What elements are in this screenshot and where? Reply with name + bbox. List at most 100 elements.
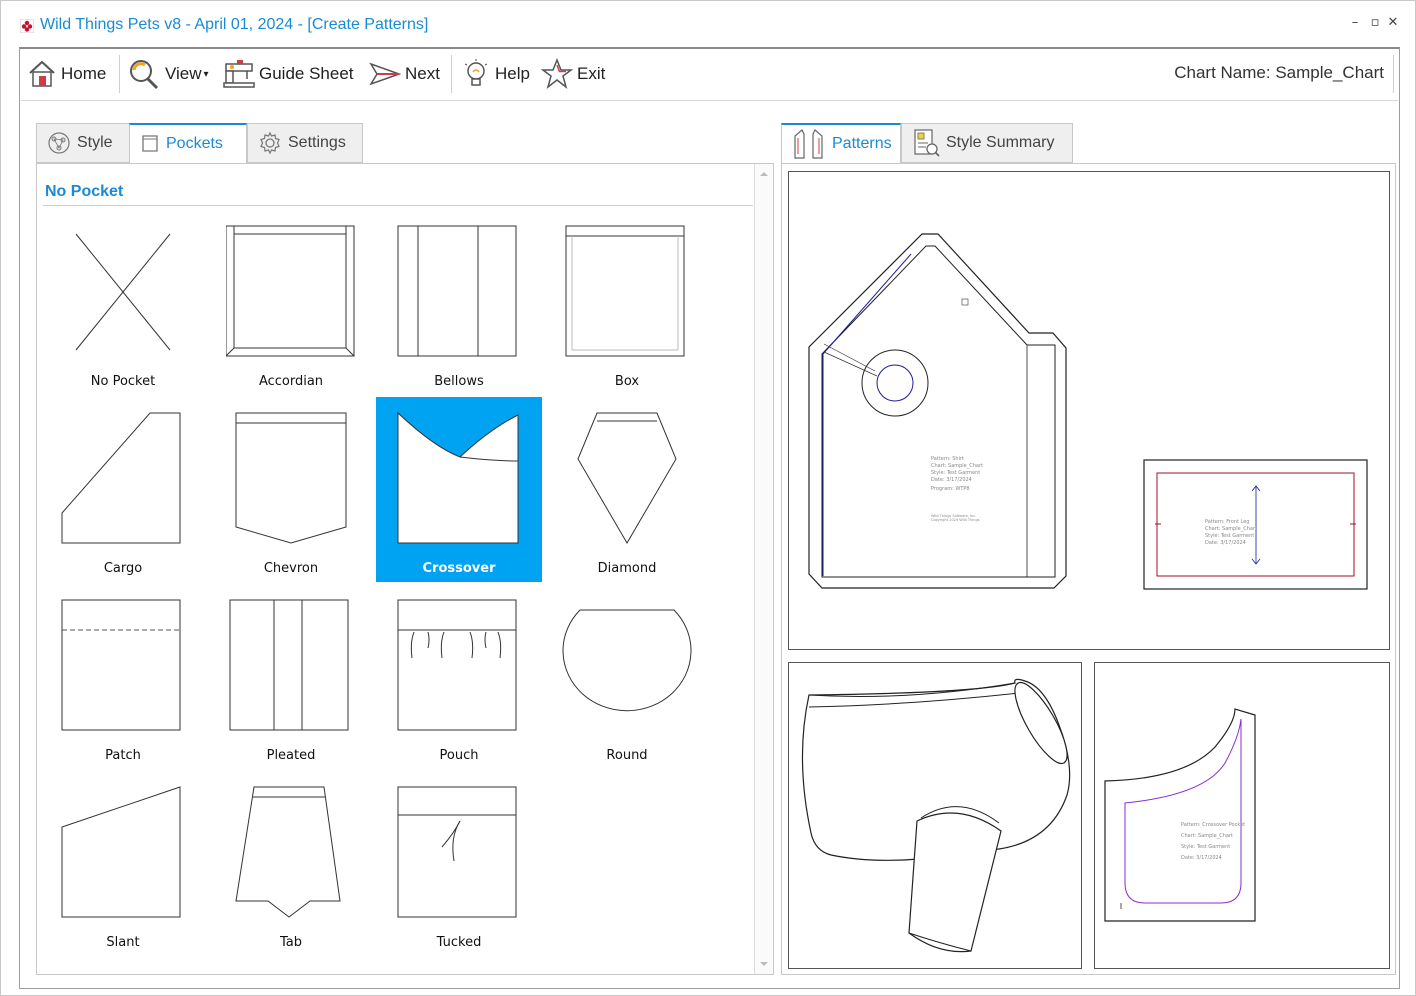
view-label: View xyxy=(165,64,202,83)
tab-settings-label: Settings xyxy=(288,134,346,151)
body-pattern-drawing xyxy=(801,678,1071,953)
minimize-button[interactable]: – xyxy=(1347,15,1363,30)
gear-icon xyxy=(260,131,280,155)
title-bar: Wild Things Pets v8 - April 01, 2024 - [… xyxy=(1,1,1415,47)
section-divider xyxy=(43,205,753,206)
star-icon xyxy=(541,58,573,89)
pattern-preview-main: Pattern: Shirt Chart: Sample_Chart Style… xyxy=(788,171,1390,650)
pocket-label: Accordian xyxy=(258,374,324,389)
toolbar-separator xyxy=(119,55,120,93)
pocket-label: Pleated xyxy=(266,748,316,763)
bellows-thumbnail xyxy=(397,225,517,357)
pocket-option-accordian[interactable]: Accordian xyxy=(208,210,374,395)
scroll-down-icon[interactable] xyxy=(760,962,768,966)
pocket-label-line: Pattern: Crossover Pocket xyxy=(1181,822,1245,828)
help-label: Help xyxy=(495,64,530,83)
shirt-label-line: Program: WTP8 xyxy=(931,486,970,492)
pattern-preview-pocket: Pattern: Crossover Pocket Chart: Sample_… xyxy=(1094,662,1390,969)
pouch-thumbnail xyxy=(397,599,517,731)
app-logo-icon xyxy=(20,19,34,33)
shirt-label-line: Pattern: Shirt xyxy=(931,456,964,462)
pocket-icon xyxy=(142,135,158,152)
home-button[interactable]: Home xyxy=(27,49,106,99)
help-button[interactable]: Help xyxy=(461,49,530,99)
toolbar-separator xyxy=(1393,55,1394,93)
pocket-label: Slant xyxy=(106,935,140,950)
tab-style-summary[interactable]: Style Summary xyxy=(901,123,1073,163)
pocket-label: Cargo xyxy=(103,561,143,576)
accordian-thumbnail xyxy=(226,225,355,357)
pocket-option-chevron[interactable]: Chevron xyxy=(208,397,374,582)
scroll-up-icon[interactable] xyxy=(760,172,768,176)
pocket-option-pouch[interactable]: Pouch xyxy=(376,584,542,769)
section-title: No Pocket xyxy=(45,183,124,200)
pocket-option-box[interactable]: Box xyxy=(544,210,710,395)
pocket-option-tucked[interactable]: Tucked xyxy=(376,771,542,956)
pocket-label: Pouch xyxy=(439,748,479,763)
shirt-label-line: Style: Test Garment xyxy=(931,470,980,476)
pocket-option-tab[interactable]: Tab xyxy=(208,771,374,956)
tab-settings[interactable]: Settings xyxy=(247,123,363,163)
pocket-option-round[interactable]: Round xyxy=(544,584,710,769)
tab-style-label: Style xyxy=(77,134,113,151)
pocket-pattern-drawing: Pattern: Crossover Pocket Chart: Sample_… xyxy=(1104,708,1256,922)
sewing-machine-icon xyxy=(223,60,255,88)
view-menu-button[interactable]: View ▾ xyxy=(127,49,209,99)
pocket-label-line: Chart: Sample_Chart xyxy=(1181,833,1233,839)
patterns-panel: Pattern: Shirt Chart: Sample_Chart Style… xyxy=(781,163,1396,975)
pocket-option-crossover[interactable]: Crossover xyxy=(376,397,542,582)
pocket-option-pleated[interactable]: Pleated xyxy=(208,584,374,769)
shirt-copyright-line: Copyright 2024 Wild Things xyxy=(931,518,980,522)
magnifier-icon xyxy=(130,60,159,90)
toolbar-separator xyxy=(451,55,452,93)
pocket-label: Tucked xyxy=(436,935,482,950)
exit-button[interactable]: Exit xyxy=(541,49,605,99)
next-label: Next xyxy=(405,64,440,83)
chart-name-label: Chart Name: Sample_Chart xyxy=(1174,63,1384,82)
cargo-thumbnail xyxy=(61,412,181,544)
chevron-down-icon: ▾ xyxy=(203,68,209,80)
front-leg-label-line: Style: Test Garment xyxy=(1205,533,1254,539)
pocket-option-cargo[interactable]: Cargo xyxy=(40,397,206,582)
window-title: Wild Things Pets v8 - April 01, 2024 - [… xyxy=(40,16,429,33)
pockets-panel: No Pocket No Pocket Accordian Bellows Bo… xyxy=(36,163,774,975)
pocket-option-no-pocket[interactable]: No Pocket xyxy=(40,210,206,395)
pockets-gallery: No Pocket No Pocket Accordian Bellows Bo… xyxy=(37,164,755,974)
tab-style-summary-label: Style Summary xyxy=(946,134,1055,151)
pocket-label: Crossover xyxy=(422,561,496,576)
chevron-thumbnail xyxy=(235,412,347,544)
crossover-thumbnail xyxy=(397,411,519,544)
home-icon xyxy=(29,60,55,87)
close-button[interactable]: ✕ xyxy=(1385,15,1401,30)
shirt-label-line: Date: 3/17/2024 xyxy=(931,477,972,483)
tab-pockets[interactable]: Pockets xyxy=(129,123,247,164)
patch-thumbnail xyxy=(61,599,181,731)
toolbar: Home View ▾ Guide Sheet Next Help Exit C… xyxy=(21,49,1398,101)
pocket-option-diamond[interactable]: Diamond xyxy=(544,397,710,582)
no-pocket-thumbnail xyxy=(75,233,171,351)
guide-sheet-button[interactable]: Guide Sheet xyxy=(223,49,354,99)
maximize-button[interactable]: ▫ xyxy=(1367,15,1383,30)
tab-style[interactable]: Style xyxy=(36,123,130,163)
pocket-label: Chevron xyxy=(263,561,319,576)
tab-thumbnail xyxy=(235,786,341,918)
tab-patterns[interactable]: Patterns xyxy=(781,123,901,164)
pocket-label-line: Style: Test Garment xyxy=(1181,844,1230,850)
slant-thumbnail xyxy=(61,786,181,918)
lightbulb-icon xyxy=(464,59,488,86)
pocket-option-slant[interactable]: Slant xyxy=(40,771,206,956)
tucked-thumbnail xyxy=(397,786,517,918)
pocket-label: No Pocket xyxy=(90,374,156,389)
diamond-thumbnail xyxy=(577,412,677,544)
pocket-label: Diamond xyxy=(597,561,657,576)
paper-plane-icon xyxy=(369,62,401,86)
pocket-label: Box xyxy=(614,374,640,389)
tab-patterns-label: Patterns xyxy=(832,135,892,152)
vertical-scrollbar[interactable] xyxy=(755,164,773,974)
guide-sheet-label: Guide Sheet xyxy=(259,64,354,83)
pocket-option-bellows[interactable]: Bellows xyxy=(376,210,542,395)
pocket-option-patch[interactable]: Patch xyxy=(40,584,206,769)
app-window: Wild Things Pets v8 - April 01, 2024 - [… xyxy=(0,0,1416,996)
shirt-label-line: Chart: Sample_Chart xyxy=(931,463,983,469)
next-button[interactable]: Next xyxy=(369,49,440,99)
